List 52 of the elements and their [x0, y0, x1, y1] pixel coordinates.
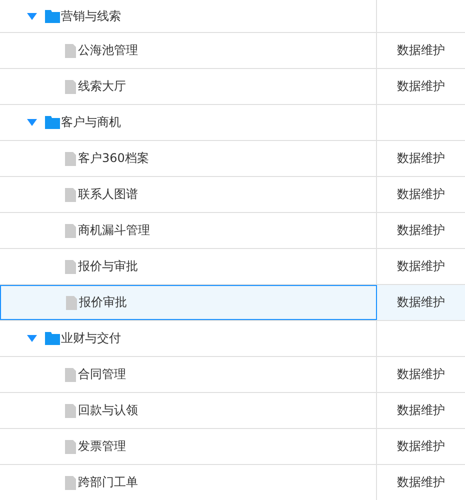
tree-row[interactable]: 跨部门工单 数据维护 [0, 465, 465, 500]
tree-row[interactable]: 公海池管理 数据维护 [0, 33, 465, 69]
data-maintenance-link[interactable]: 数据维护 [397, 78, 445, 95]
tree-row[interactable]: 客户360档案 数据维护 [0, 141, 465, 177]
file-icon [65, 188, 76, 202]
file-icon [65, 152, 76, 166]
file-icon [65, 404, 76, 418]
folder-icon [45, 116, 60, 129]
tree-item-label: 跨部门工单 [78, 474, 138, 491]
tree-item-label: 报价审批 [79, 294, 127, 311]
tree-item-label: 发票管理 [78, 438, 126, 455]
data-maintenance-link[interactable]: 数据维护 [397, 150, 445, 167]
data-maintenance-link[interactable]: 数据维护 [397, 402, 445, 419]
file-icon [65, 440, 76, 454]
tree-row[interactable]: 回款与认领 数据维护 [0, 393, 465, 429]
caret-icon[interactable] [27, 12, 37, 20]
data-maintenance-link[interactable]: 数据维护 [397, 474, 445, 491]
tree-item-label: 客户360档案 [78, 150, 149, 167]
file-icon [65, 44, 76, 58]
data-maintenance-link[interactable]: 数据维护 [397, 186, 445, 203]
data-maintenance-link[interactable]: 数据维护 [397, 42, 445, 59]
caret-icon[interactable] [27, 119, 37, 126]
file-icon [65, 260, 76, 274]
data-maintenance-link[interactable]: 数据维护 [397, 438, 445, 455]
tree-row[interactable]: 合同管理 数据维护 [0, 357, 465, 393]
caret-icon[interactable] [27, 335, 37, 342]
tree-row[interactable]: 发票管理 数据维护 [0, 429, 465, 465]
file-icon [65, 224, 76, 238]
tree-item-label: 公海池管理 [78, 42, 138, 59]
tree-row[interactable]: 联系人图谱 数据维护 [0, 177, 465, 213]
tree-row[interactable]: 商机漏斗管理 数据维护 [0, 213, 465, 249]
tree-row[interactable]: 线索大厅 数据维护 [0, 69, 465, 105]
tree-group-label[interactable]: 业财与交付 [61, 330, 121, 347]
file-icon [65, 476, 76, 490]
tree-item-label: 联系人图谱 [78, 186, 138, 203]
data-maintenance-link[interactable]: 数据维护 [397, 294, 445, 311]
tree-group-label[interactable]: 营销与线索 [61, 8, 121, 24]
tree-item-label: 合同管理 [78, 366, 126, 383]
folder-icon [45, 10, 60, 22]
folder-icon [45, 332, 60, 345]
data-maintenance-link[interactable]: 数据维护 [397, 222, 445, 239]
tree-item-label: 报价与审批 [78, 258, 138, 275]
tree-item-label: 回款与认领 [78, 402, 138, 419]
file-icon [65, 368, 76, 382]
tree-row[interactable]: 报价审批 数据维护 [0, 285, 465, 321]
file-icon [65, 80, 76, 94]
tree-item-label: 线索大厅 [78, 78, 126, 95]
data-maintenance-link[interactable]: 数据维护 [397, 258, 445, 275]
file-icon [66, 296, 77, 310]
data-maintenance-link[interactable]: 数据维护 [397, 366, 445, 383]
tree-item-label: 商机漏斗管理 [78, 222, 150, 239]
tree-group-label[interactable]: 客户与商机 [61, 114, 121, 131]
